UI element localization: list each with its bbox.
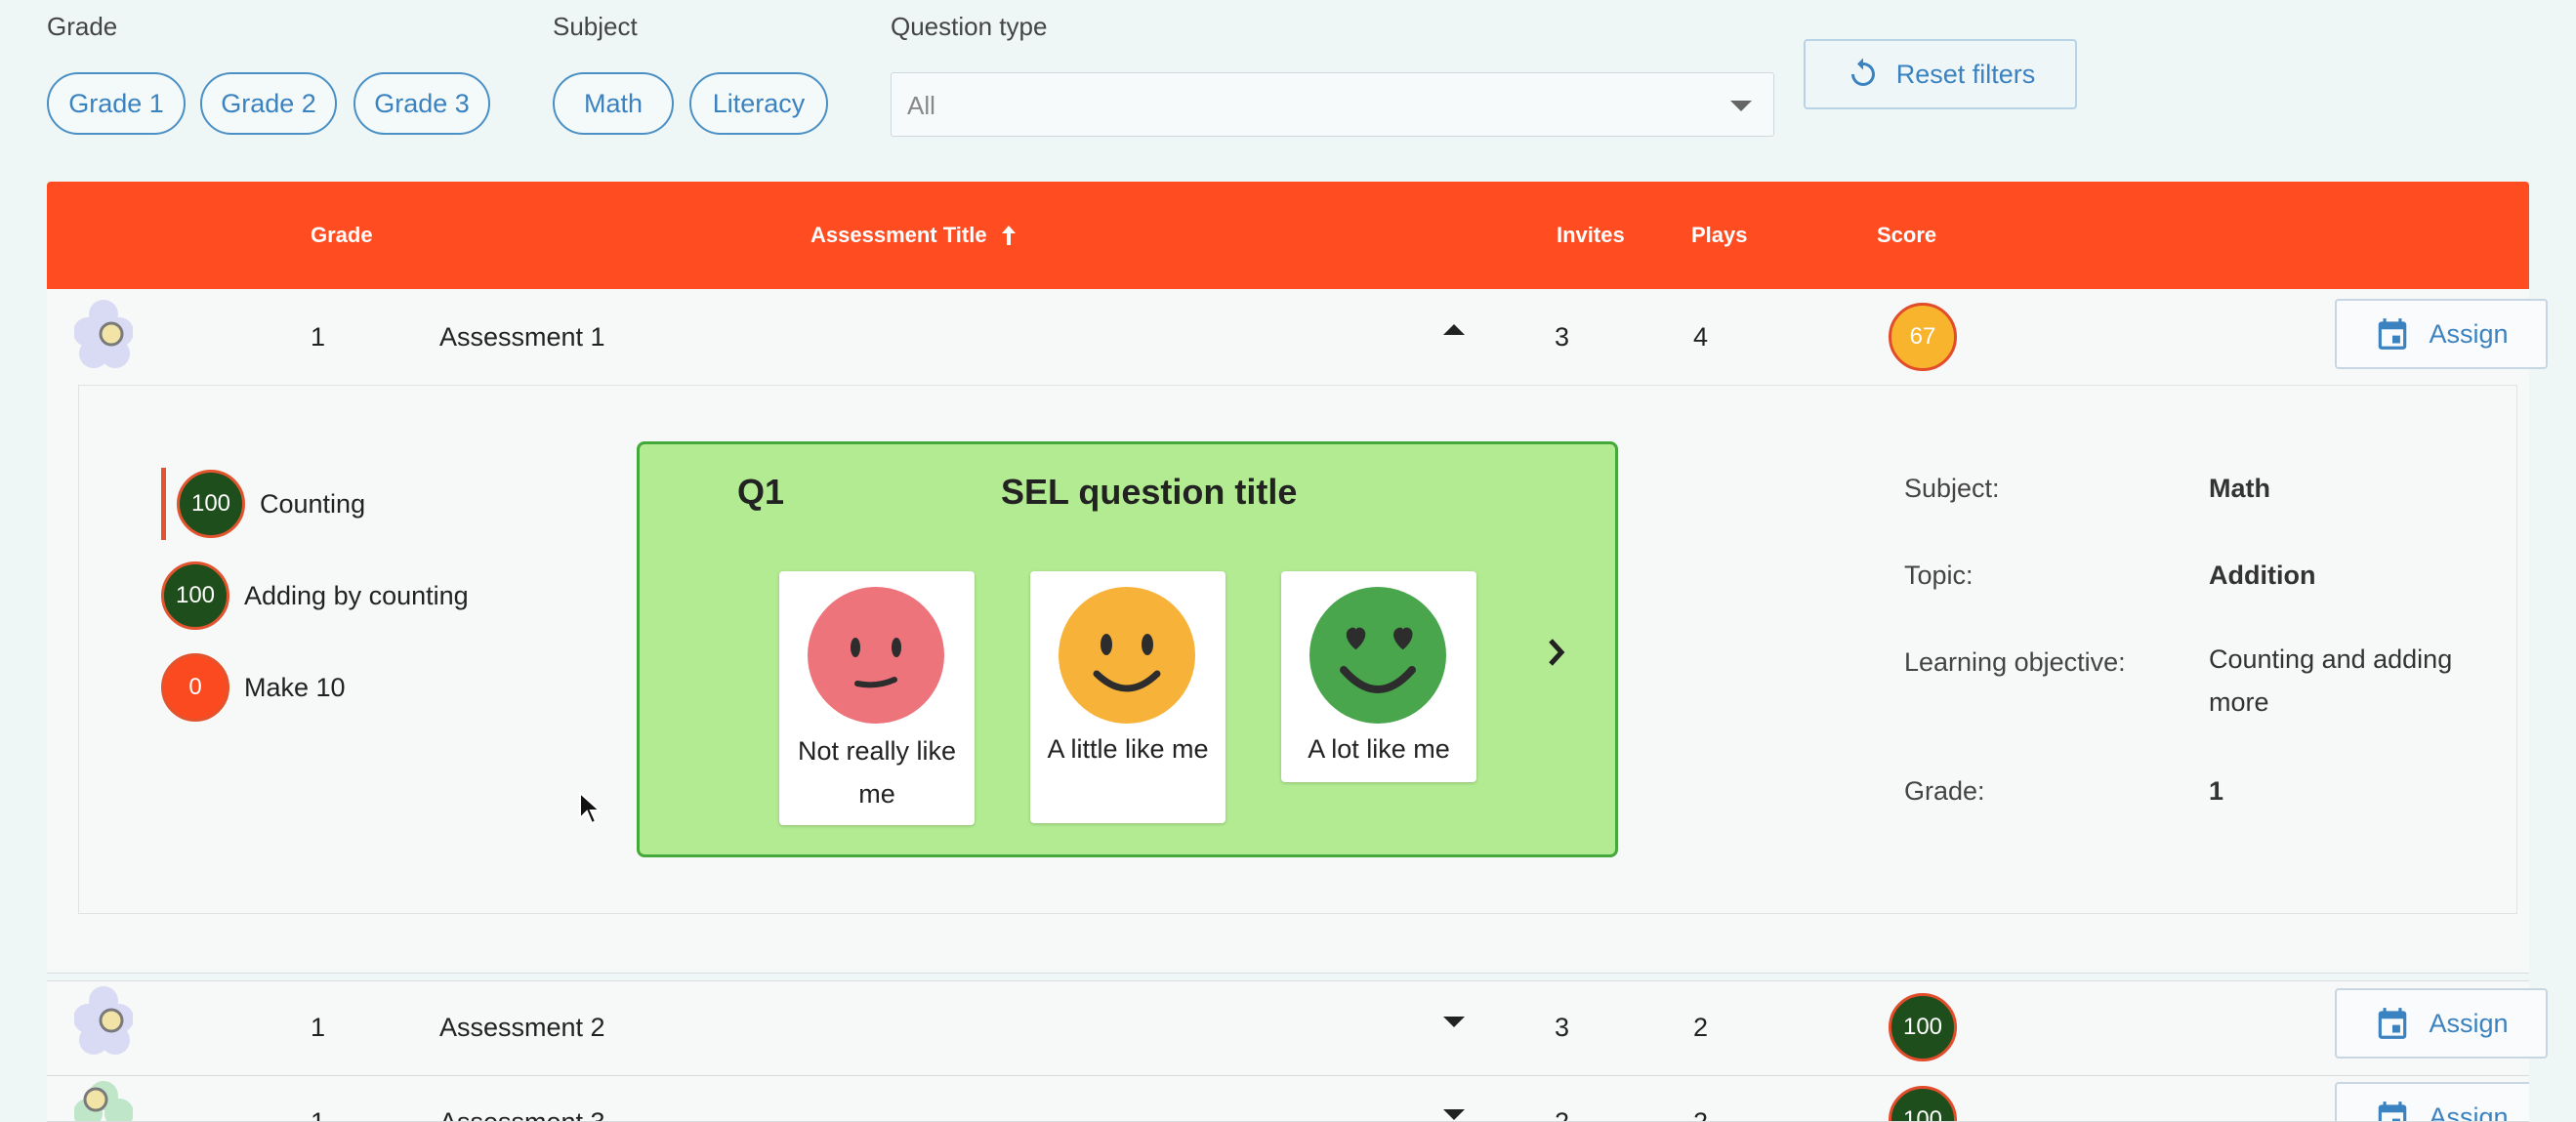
- smile-face-icon: [1058, 586, 1196, 725]
- score-badge: 67: [1889, 303, 1957, 371]
- topic-score-badge: 0: [161, 653, 229, 722]
- subject-meta-value: Math: [2209, 474, 2270, 504]
- question-type-select[interactable]: All: [891, 72, 1774, 137]
- assign-button[interactable]: Assign: [2335, 1082, 2529, 1122]
- heart-eyes-face-icon: [1309, 586, 1447, 725]
- grade-filter-label: Grade: [47, 12, 117, 42]
- column-invites[interactable]: Invites: [1557, 223, 1625, 248]
- chevron-down-icon: [1730, 101, 1752, 111]
- calendar-icon: [2374, 1004, 2411, 1043]
- column-grade[interactable]: Grade: [311, 223, 373, 248]
- answer-option-label: A lot like me: [1281, 727, 1476, 770]
- table-row: 1 Assessment 3 2 2 100 Assign: [47, 1076, 2529, 1122]
- column-assessment-title[interactable]: Assessment Title: [810, 223, 1018, 248]
- question-preview-card: Q1 SEL question title Not really like me…: [637, 441, 1618, 857]
- answer-option[interactable]: Not really like me: [779, 571, 975, 825]
- row-invites: 2: [1555, 1107, 1569, 1122]
- flower-thumbnail-icon: [74, 297, 133, 371]
- column-assessment-title-label: Assessment Title: [810, 223, 987, 248]
- topic-meta-label: Topic:: [1904, 561, 1974, 591]
- answer-option[interactable]: A lot like me: [1281, 571, 1476, 782]
- assign-button[interactable]: Assign: [2335, 299, 2548, 369]
- question-type-value: All: [907, 91, 935, 121]
- grade-meta-label: Grade:: [1904, 776, 1985, 807]
- score-badge: 100: [1889, 993, 1957, 1061]
- expand-caret-icon[interactable]: [1443, 1109, 1465, 1120]
- table-header: Grade Assessment Title Invites Plays Sco…: [47, 182, 2529, 289]
- literacy-chip[interactable]: Literacy: [689, 72, 828, 135]
- score-badge: 100: [1889, 1086, 1957, 1122]
- row-title[interactable]: Assessment 2: [439, 1013, 605, 1043]
- mouse-cursor-icon: [578, 791, 602, 826]
- grade-meta-value: 1: [2209, 776, 2223, 807]
- topic-score-badge: 100: [161, 561, 229, 630]
- assign-label: Assign: [2429, 319, 2508, 350]
- refresh-icon: [1846, 57, 1881, 92]
- neutral-face-icon: [807, 586, 945, 725]
- objective-meta-label: Learning objective:: [1904, 647, 2126, 678]
- topic-score-badge: 100: [177, 470, 245, 538]
- question-title: SEL question title: [1001, 472, 1297, 513]
- flower-thumbnail-icon: [74, 1078, 133, 1122]
- flower-thumbnail-icon: [74, 983, 133, 1058]
- reset-filters-label: Reset filters: [1896, 60, 2036, 90]
- chevron-right-icon[interactable]: [1546, 636, 1567, 669]
- answer-option-label: Not really like me: [779, 729, 975, 815]
- grade-1-chip[interactable]: Grade 1: [47, 72, 186, 135]
- grade-3-chip[interactable]: Grade 3: [353, 72, 490, 135]
- math-chip[interactable]: Math: [553, 72, 674, 135]
- row-title[interactable]: Assessment 1: [439, 322, 605, 353]
- row-invites: 3: [1555, 322, 1569, 353]
- calendar-icon: [2374, 1098, 2411, 1122]
- row-grade: 1: [311, 1107, 325, 1122]
- column-score[interactable]: Score: [1877, 223, 1936, 248]
- calendar-icon: [2374, 314, 2411, 353]
- row-title[interactable]: Assessment 3: [439, 1107, 605, 1122]
- topic-meta-value: Addition: [2209, 561, 2315, 591]
- sort-ascending-icon: [999, 224, 1018, 247]
- row-grade: 1: [311, 322, 325, 353]
- active-topic-indicator: [161, 468, 166, 540]
- column-plays[interactable]: Plays: [1691, 223, 1748, 248]
- assign-label: Assign: [2429, 1102, 2508, 1122]
- answer-option[interactable]: A little like me: [1030, 571, 1226, 823]
- question-type-label: Question type: [891, 12, 1047, 42]
- collapse-caret-icon[interactable]: [1443, 324, 1465, 335]
- topic-label[interactable]: Adding by counting: [244, 581, 469, 611]
- objective-meta-value: Counting and adding more: [2209, 638, 2492, 724]
- question-number: Q1: [737, 472, 784, 513]
- row-plays: 2: [1693, 1013, 1708, 1043]
- reset-filters-button[interactable]: Reset filters: [1804, 39, 2077, 109]
- row-plays: 4: [1693, 322, 1708, 353]
- table-row: 1 Assessment 2 3 2 100 Assign: [47, 980, 2529, 1076]
- topic-label[interactable]: Counting: [260, 489, 365, 519]
- assign-button[interactable]: Assign: [2335, 988, 2548, 1059]
- assign-label: Assign: [2429, 1009, 2508, 1039]
- row-invites: 3: [1555, 1013, 1569, 1043]
- topic-label[interactable]: Make 10: [244, 673, 346, 703]
- grade-2-chip[interactable]: Grade 2: [200, 72, 337, 135]
- subject-meta-label: Subject:: [1904, 474, 2000, 504]
- subject-filter-label: Subject: [553, 12, 638, 42]
- row-grade: 1: [311, 1013, 325, 1043]
- row-plays: 2: [1693, 1107, 1708, 1122]
- answer-option-label: A little like me: [1030, 727, 1226, 770]
- expand-caret-icon[interactable]: [1443, 1017, 1465, 1027]
